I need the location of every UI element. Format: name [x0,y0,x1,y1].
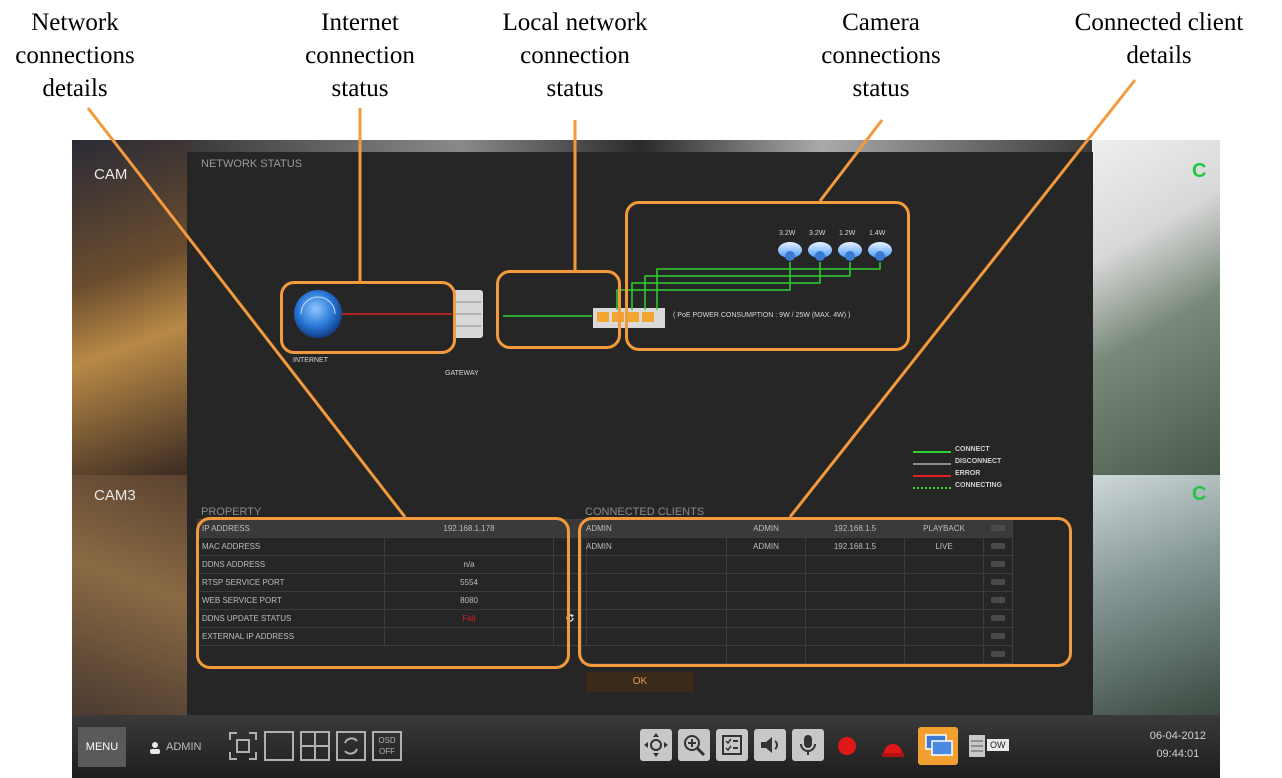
gateway-server-icon [453,290,483,338]
highlight-local-box [496,270,621,349]
dvr-taskbar: MENU ADMIN OSD OFF OW 06-04-2012 09:44:0… [72,715,1220,778]
hdd-icon[interactable] [968,733,986,759]
sequence-button[interactable] [336,731,366,761]
time-text: 09:44:01 [1156,748,1200,760]
callout-network-details: Network connections details [15,9,135,102]
checklist-button[interactable] [716,729,748,761]
callout-local-status: Local network connection status [502,9,648,102]
user-icon [150,741,160,754]
osd-off-button[interactable]: OSD OFF [372,731,402,761]
menu-button[interactable]: MENU [78,727,126,767]
speaker-button[interactable] [754,729,786,761]
connection-badge: C [1192,483,1207,505]
callout-camera-status: Camera connections status [821,9,941,102]
camera-feed-3[interactable]: CAM3 [72,475,190,715]
date-text: 06-04-2012 [1149,730,1206,742]
remote-monitor-button[interactable] [918,727,958,765]
microphone-button[interactable] [792,729,824,761]
alarm-icon[interactable] [880,733,906,759]
record-button[interactable] [836,735,858,757]
user-name: ADMIN [166,741,202,753]
highlight-property-box [196,517,570,669]
callout-internet-status: Internet connection status [305,9,415,102]
internet-label: INTERNET [293,357,328,364]
ow-label: OW [987,739,1009,751]
highlight-clients-box [578,517,1072,667]
connection-badge: C [1192,160,1207,182]
camera-label: CAM [94,166,128,183]
highlight-camera-box [625,201,910,351]
gateway-label: GATEWAY [445,370,479,377]
fullscreen-button[interactable] [228,731,258,761]
ok-button[interactable]: OK [586,672,694,692]
camera-label: CAM3 [94,487,136,504]
camera-feed-4[interactable]: C [1092,475,1220,715]
ptz-button[interactable] [640,729,672,761]
callout-client-details: Connected client details [1074,9,1244,69]
quad-view-button[interactable] [300,731,330,761]
single-view-button[interactable] [264,731,294,761]
zoom-button[interactable] [678,729,710,761]
connection-legend: CONNECT DISCONNECT ERROR CONNECTING [913,446,1033,502]
datetime-display: 06-04-2012 09:44:01 [1150,727,1206,763]
camera-feed-1[interactable]: CAM [72,140,190,475]
camera-feed-2[interactable]: C [1092,140,1220,475]
highlight-internet-box [280,281,456,354]
